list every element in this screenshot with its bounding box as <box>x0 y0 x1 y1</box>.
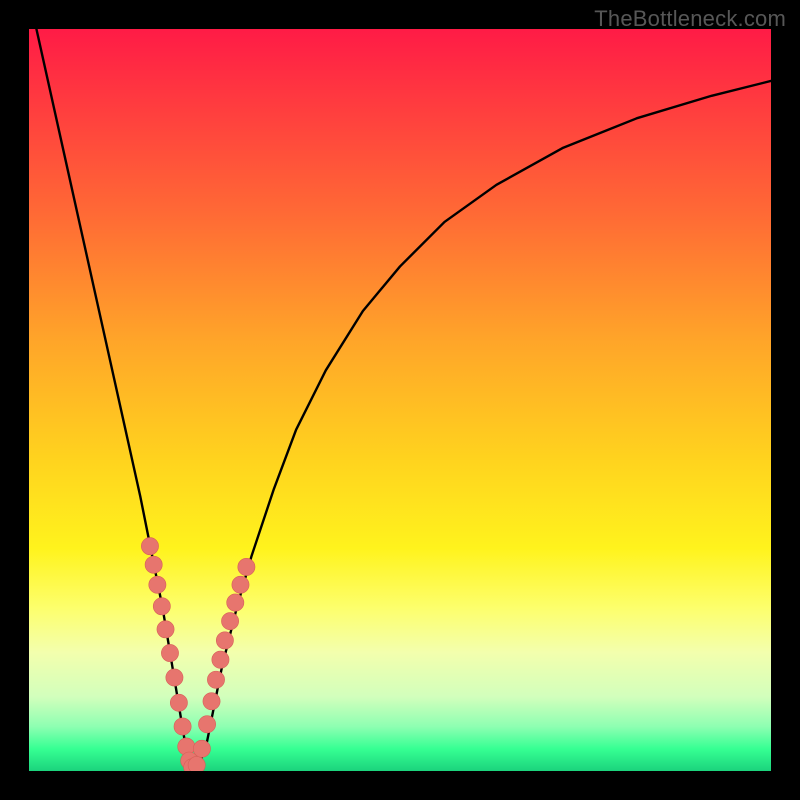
watermark-text: TheBottleneck.com <box>594 6 786 32</box>
bottleneck-curve <box>36 29 771 764</box>
sample-dot <box>227 594 244 611</box>
chart-svg <box>29 29 771 771</box>
sample-dot <box>216 632 233 649</box>
sample-dot <box>149 576 166 593</box>
sample-dot <box>188 756 205 771</box>
chart-frame: TheBottleneck.com <box>0 0 800 800</box>
sample-dot <box>232 576 249 593</box>
sample-dot <box>221 613 238 630</box>
sample-dot <box>203 693 220 710</box>
curve-path <box>36 29 771 764</box>
sample-dot <box>198 716 215 733</box>
sample-dot <box>161 644 178 661</box>
plot-area <box>29 29 771 771</box>
sample-dots <box>141 538 255 771</box>
sample-dot <box>193 740 210 757</box>
sample-dot <box>141 538 158 555</box>
sample-dot <box>174 718 191 735</box>
sample-dot <box>170 694 187 711</box>
sample-dot <box>153 598 170 615</box>
sample-dot <box>145 556 162 573</box>
sample-dot <box>166 669 183 686</box>
sample-dot <box>238 558 255 575</box>
sample-dot <box>157 621 174 638</box>
sample-dot <box>212 651 229 668</box>
sample-dot <box>207 671 224 688</box>
